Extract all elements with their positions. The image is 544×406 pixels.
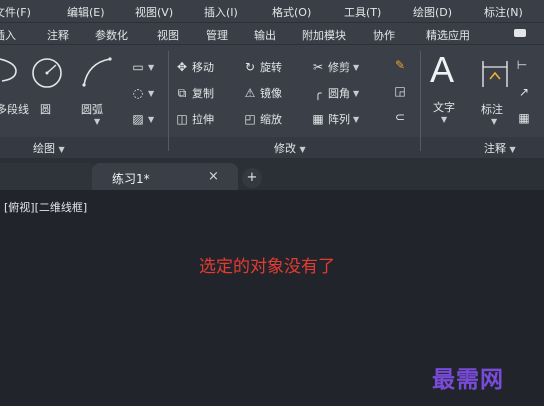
arc-dropdown-icon[interactable]: ▼ xyxy=(94,117,100,126)
text-button[interactable]: 文字 xyxy=(433,99,455,115)
new-tab-button[interactable]: + xyxy=(242,168,262,188)
trim-tool[interactable]: ✂ 修剪 ▼ xyxy=(311,59,359,75)
ellipse-icon: ◌ xyxy=(132,86,144,100)
viewport-controls-label[interactable]: [俯视][二维线框] xyxy=(4,199,87,215)
annotation-panel-title[interactable]: 注释 ▼ xyxy=(484,140,516,156)
fillet-icon: ╭ xyxy=(314,86,322,100)
circle-button[interactable]: 圆 xyxy=(40,101,51,117)
leader-icon[interactable]: ↗ xyxy=(517,85,531,99)
rectangle-icon: ▭ xyxy=(132,60,144,74)
instruction-message: 选定的对象没有了 xyxy=(199,257,335,277)
polyline-icon xyxy=(0,58,17,82)
scale-tool[interactable]: ◰ 缩放 xyxy=(243,111,282,127)
menu-draw[interactable]: 绘图(D) xyxy=(413,4,452,20)
drawing-canvas[interactable]: [俯视][二维线框] 选定的对象没有了 最需网 xyxy=(0,190,544,406)
tab-collaborate[interactable]: 协作 xyxy=(373,27,395,43)
draw-panel-title[interactable]: 绘图 ▼ xyxy=(33,140,65,156)
hatch-icon: ▨ xyxy=(132,112,144,126)
rotate-tool[interactable]: ↻ 旋转 xyxy=(243,59,282,75)
dimension-icon xyxy=(482,61,508,87)
tab-annotate[interactable]: 注释 xyxy=(47,27,69,43)
dimension-dropdown-icon[interactable]: ▼ xyxy=(491,117,497,126)
dimension-button[interactable]: 标注 xyxy=(481,101,503,117)
menu-file[interactable]: 文件(F) xyxy=(0,4,31,20)
text-dropdown-icon[interactable]: ▼ xyxy=(441,115,447,124)
document-tab-label: 练习1* xyxy=(112,172,150,186)
array-tool[interactable]: ▦ 阵列 ▼ xyxy=(311,111,359,127)
tab-manage[interactable]: 管理 xyxy=(206,27,228,43)
modify-panel-title[interactable]: 修改 ▼ xyxy=(274,140,306,156)
menu-tools[interactable]: 工具(T) xyxy=(344,4,381,20)
fillet-tool[interactable]: ╭ 圆角 ▼ xyxy=(311,85,359,101)
tab-insert[interactable]: 插入 xyxy=(0,27,16,43)
copy-icon: ⧉ xyxy=(177,85,187,100)
ribbon-panel-footer xyxy=(0,137,544,159)
document-tab-previous[interactable] xyxy=(0,163,96,190)
watermark-logo: 最需网 xyxy=(432,366,504,393)
rectangle-tool[interactable]: ▭ ▼ xyxy=(131,59,154,75)
scale-icon: ◰ xyxy=(244,112,256,126)
arc-icon xyxy=(82,57,112,87)
ribbon-panel: 多段线 圆 圆弧 ▼ ▭ ▼ ◌ ▼ ▨ ▼ 绘图 ▼ ✥ 移动 ↻ 旋转 ✂ 修剪 ▼ ⧉ 复… xyxy=(0,44,544,159)
rotate-icon: ↻ xyxy=(244,60,256,74)
explode-icon[interactable]: ◲ xyxy=(393,84,407,98)
menu-format[interactable]: 格式(O) xyxy=(272,4,311,20)
document-tab-bar: 练习1* × + xyxy=(0,158,544,190)
linear-dim-icon[interactable]: ⊢ xyxy=(515,58,529,72)
tab-addins[interactable]: 附加模块 xyxy=(302,27,346,43)
offset-icon[interactable]: ⊂ xyxy=(393,110,407,124)
menu-bar: 文件(F) 编辑(E) 视图(V) 插入(I) 格式(O) 工具(T) 绘图(D… xyxy=(0,0,544,22)
circle-icon xyxy=(32,58,62,88)
camera-icon[interactable] xyxy=(514,29,526,37)
copy-tool[interactable]: ⧉ 复制 xyxy=(175,85,214,101)
erase-icon[interactable]: ✎ xyxy=(393,58,407,72)
close-icon[interactable]: × xyxy=(208,169,219,184)
ribbon-tab-bar: 插入 注释 参数化 视图 管理 输出 附加模块 协作 精选应用 xyxy=(0,22,544,44)
stretch-icon: ◫ xyxy=(176,112,188,126)
trim-icon: ✂ xyxy=(312,60,324,74)
menu-insert[interactable]: 插入(I) xyxy=(204,4,238,20)
menu-edit[interactable]: 编辑(E) xyxy=(67,4,105,20)
mirror-icon: ⚠ xyxy=(244,86,256,100)
menu-dimension[interactable]: 标注(N) xyxy=(484,4,523,20)
panel-separator xyxy=(420,51,421,151)
array-icon: ▦ xyxy=(312,112,324,126)
ellipse-tool[interactable]: ◌ ▼ xyxy=(131,85,154,101)
tab-output[interactable]: 输出 xyxy=(254,27,276,43)
arc-button[interactable]: 圆弧 xyxy=(81,101,103,117)
text-icon: A xyxy=(430,49,455,90)
tab-view[interactable]: 视图 xyxy=(157,27,179,43)
polyline-button[interactable]: 多段线 xyxy=(0,101,29,117)
move-tool[interactable]: ✥ 移动 xyxy=(175,59,214,75)
tab-featured-apps[interactable]: 精选应用 xyxy=(426,27,470,43)
stretch-tool[interactable]: ◫ 拉伸 xyxy=(175,111,214,127)
panel-separator xyxy=(168,51,169,151)
menu-view[interactable]: 视图(V) xyxy=(135,4,173,20)
table-icon[interactable]: ▦ xyxy=(517,111,531,125)
document-tab-active[interactable]: 练习1* × xyxy=(92,163,238,190)
mirror-tool[interactable]: ⚠ 镜像 xyxy=(243,85,282,101)
tab-parametric[interactable]: 参数化 xyxy=(95,27,128,43)
move-icon: ✥ xyxy=(176,60,188,74)
hatch-tool[interactable]: ▨ ▼ xyxy=(131,111,154,127)
